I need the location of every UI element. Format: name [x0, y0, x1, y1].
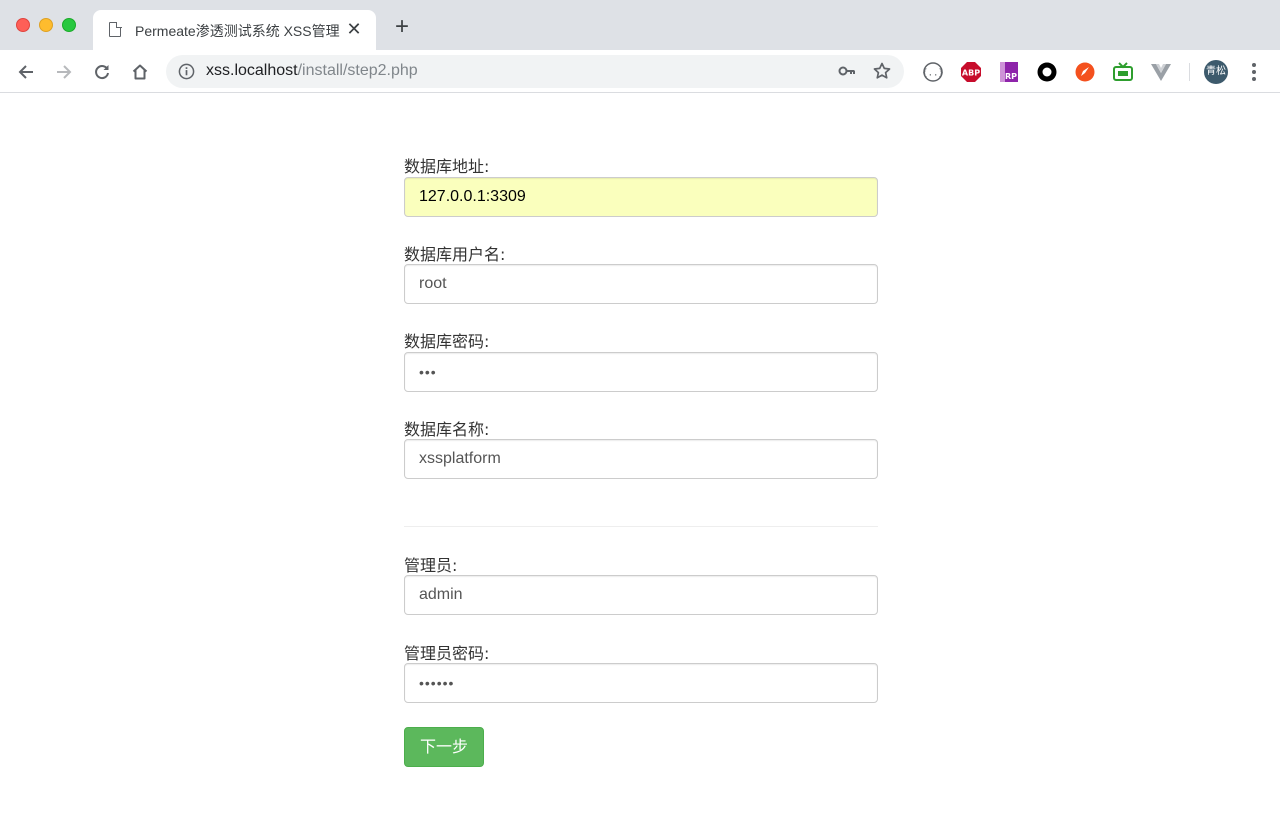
home-button[interactable]	[127, 59, 153, 85]
svg-text:RP: RP	[1005, 72, 1017, 81]
toolbar-separator	[1189, 63, 1190, 81]
tv-icon[interactable]	[1112, 61, 1134, 83]
forward-arrow-icon	[55, 63, 73, 81]
minimize-window-button[interactable]	[39, 18, 53, 32]
rocket-icon[interactable]	[1074, 61, 1096, 83]
section-divider	[404, 526, 878, 527]
more-menu-icon[interactable]	[1244, 61, 1264, 83]
new-tab-button[interactable]: +	[392, 17, 412, 37]
bookmark-star-icon[interactable]	[872, 61, 892, 81]
json-viewer-icon[interactable]: {..}	[922, 61, 944, 83]
admin-password-input[interactable]: ••••••	[404, 663, 878, 703]
address-bar[interactable]: xss.localhost/install/step2.php	[166, 55, 904, 88]
db-user-label: 数据库用户名:	[404, 241, 505, 265]
db-password-input[interactable]: •••	[404, 352, 878, 392]
reload-button[interactable]	[89, 59, 115, 85]
close-window-button[interactable]	[16, 18, 30, 32]
db-password-label: 数据库密码:	[404, 328, 489, 352]
admin-password-label: 管理员密码:	[404, 640, 489, 664]
forward-button[interactable]	[51, 59, 77, 85]
admin-user-input[interactable]: admin	[404, 575, 878, 615]
key-icon[interactable]	[838, 63, 856, 79]
svg-text:{..}: {..}	[922, 69, 944, 79]
document-icon	[109, 22, 121, 37]
back-arrow-icon	[17, 63, 35, 81]
adblock-plus-icon[interactable]: ABP	[960, 61, 982, 83]
db-host-input[interactable]: 127.0.0.1:3309	[404, 177, 878, 217]
info-icon[interactable]	[178, 63, 195, 80]
tab-title: Permeate渗透测试系统 XSS管理	[135, 21, 343, 41]
url-text[interactable]: xss.localhost/install/step2.php	[206, 62, 418, 80]
browser-toolbar: xss.localhost/install/step2.php {..} ABP…	[0, 50, 1280, 93]
db-name-label: 数据库名称:	[404, 416, 489, 440]
admin-user-label: 管理员:	[404, 552, 457, 576]
zoom-window-button[interactable]	[62, 18, 76, 32]
home-icon	[131, 63, 149, 81]
url-host: xss.localhost	[206, 62, 298, 79]
profile-avatar[interactable]: 青松	[1204, 60, 1228, 84]
url-path: /install/step2.php	[298, 62, 418, 79]
close-tab-icon[interactable]: ✕	[344, 19, 364, 39]
rp-icon[interactable]: RP	[998, 61, 1020, 83]
vue-devtools-icon[interactable]	[1150, 61, 1172, 83]
tab-strip: Permeate渗透测试系统 XSS管理 ✕ +	[0, 0, 1280, 50]
back-button[interactable]	[13, 59, 39, 85]
db-user-input[interactable]: root	[404, 264, 878, 304]
db-host-label: 数据库地址:	[404, 153, 489, 177]
reload-icon	[93, 63, 111, 81]
circle-icon[interactable]	[1036, 61, 1058, 83]
db-name-input[interactable]: xssplatform	[404, 439, 878, 479]
next-step-button[interactable]: 下一步	[404, 727, 484, 767]
svg-text:ABP: ABP	[962, 69, 980, 78]
active-tab[interactable]: Permeate渗透测试系统 XSS管理 ✕	[93, 10, 376, 50]
